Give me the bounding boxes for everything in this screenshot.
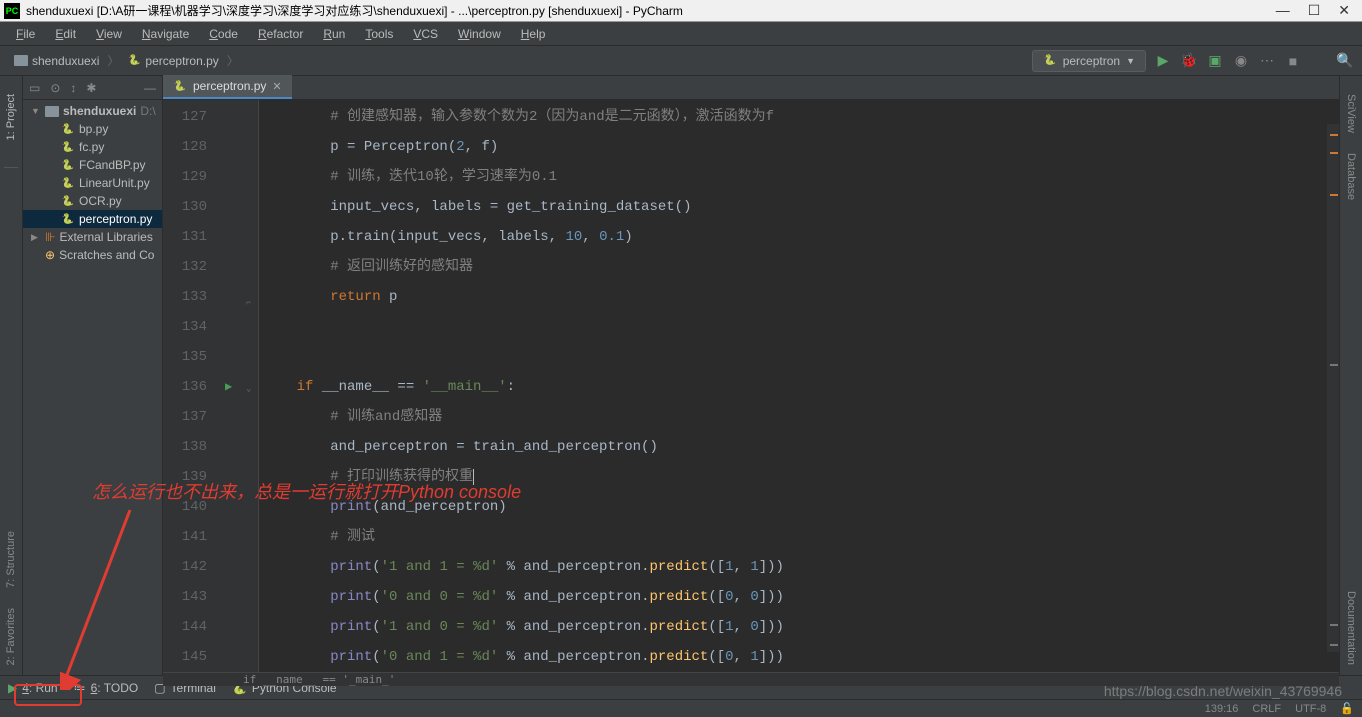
run-coverage-button[interactable]: ▣ [1206,52,1224,70]
debug-button[interactable]: 🐞 [1180,52,1198,70]
gutter-marks: ▶ [221,100,245,672]
editor-tab-bar: 🐍 perceptron.py ✕ [163,76,1339,100]
profile-button[interactable]: ◉ [1232,52,1250,70]
tree-scratches-and-co[interactable]: ⊕Scratches and Co [23,246,162,264]
run-configuration-selector[interactable]: 🐍 perceptron ▼ [1032,50,1146,72]
title-bar: PC shenduxuexi [D:\A研一课程\机器学习\深度学习\深度学习对… [0,0,1362,22]
play-icon: ▶ [8,681,17,695]
menu-code[interactable]: Code [201,25,246,43]
tool-tab-sciview[interactable]: SciView [1343,84,1359,143]
tree-external-libraries[interactable]: ▶⊪External Libraries [23,228,162,246]
right-tool-stripe: SciView Database Documentation [1339,76,1362,675]
bottom-tool-run[interactable]: ▶ 4: Run [8,681,58,695]
python-file-icon: 🐍 [61,140,75,154]
tree-file-FCandBP-py[interactable]: 🐍FCandBP.py [23,156,162,174]
folder-icon [45,106,59,117]
menu-edit[interactable]: Edit [47,25,84,43]
tool-tab-database[interactable]: Database [1343,143,1359,210]
breadcrumb-separator: 〉 [107,52,119,69]
bottom-tool-todo[interactable]: ≔ 6: TODO [74,681,139,695]
fold-start-icon[interactable]: ⌄ [246,374,251,404]
tool-tab-project[interactable]: 1: Project [3,84,19,150]
menu-vcs[interactable]: VCS [405,25,446,43]
close-button[interactable]: ✕ [1338,2,1350,19]
error-stripe [1327,124,1339,652]
python-file-icon: 🐍 [61,176,75,190]
list-icon: ≔ [74,681,86,695]
fold-gutter: ⌐ ⌄ [245,100,259,672]
tree-root[interactable]: ▼shenduxuexi D:\ [23,102,162,120]
breadcrumb-project-label: shenduxuexi [32,54,99,68]
update-running-button[interactable] [1310,52,1328,70]
menu-navigate[interactable]: Navigate [134,25,197,43]
code-content[interactable]: # 创建感知器，输入参数个数为2（因为and是二元函数），激活函数为f p = … [259,100,1339,672]
breadcrumb-file-label: perceptron.py [145,54,218,68]
navigation-bar: shenduxuexi 〉 🐍 perceptron.py 〉 🐍 percep… [0,46,1362,76]
gear-icon[interactable]: ✱ [86,81,96,95]
tree-file-OCR-py[interactable]: 🐍OCR.py [23,192,162,210]
python-file-icon: 🐍 [173,79,187,93]
menu-refactor[interactable]: Refactor [250,25,311,43]
file-encoding[interactable]: UTF-8 [1295,703,1326,715]
concurrency-button[interactable]: ⋯ [1258,52,1276,70]
breadcrumb-project[interactable]: shenduxuexi [8,52,105,70]
tool-tab-documentation[interactable]: Documentation [1343,581,1359,675]
menu-help[interactable]: Help [513,25,554,43]
breadcrumb-file[interactable]: 🐍 perceptron.py [121,52,224,70]
project-tool-window: ▭ ⊙ ↕ ✱ — ▼shenduxuexi D:\🐍bp.py🐍fc.py🐍F… [23,76,163,675]
breadcrumb: shenduxuexi 〉 🐍 perceptron.py 〉 [8,52,1032,70]
stop-button[interactable]: ■ [1284,52,1302,70]
status-bar: 139:16 CRLF UTF-8 🔓 [0,699,1362,717]
editor-area: 🐍 perceptron.py ✕ 1271281291301311321331… [163,76,1339,675]
tree-file-fc-py[interactable]: 🐍fc.py [23,138,162,156]
caret-position[interactable]: 139:16 [1205,703,1239,715]
python-file-icon: 🐍 [61,194,75,208]
run-button[interactable]: ▶ [1154,52,1172,70]
project-view-icon[interactable]: ▭ [29,81,40,95]
run-line-marker-icon[interactable]: ▶ [225,372,232,402]
menu-bar: FileEditViewNavigateCodeRefactorRunTools… [0,22,1362,46]
close-tab-icon[interactable]: ✕ [272,80,281,93]
menu-window[interactable]: Window [450,25,509,43]
code-breadcrumb-label: if __name__ == '_main_' [243,673,395,686]
chevron-down-icon: ▼ [1126,56,1135,66]
line-number-gutter: 1271281291301311321331341351361371381391… [163,100,221,672]
left-tool-stripe: 1: Project 7: Structure 2: Favorites [0,76,23,675]
tree-file-LinearUnit-py[interactable]: 🐍LinearUnit.py [23,174,162,192]
python-icon: 🐍 [1043,54,1057,68]
expand-icon[interactable]: ↕ [70,81,76,95]
menu-file[interactable]: File [8,25,43,43]
breadcrumb-separator: 〉 [227,52,239,69]
menu-run[interactable]: Run [315,25,353,43]
folder-icon [14,55,28,66]
minimize-button[interactable]: — [1276,2,1290,19]
python-file-icon: 🐍 [61,158,75,172]
python-file-icon: 🐍 [127,54,141,68]
tree-file-perceptron-py[interactable]: 🐍perceptron.py [23,210,162,228]
hide-button[interactable]: — [144,81,156,95]
tree-file-bp-py[interactable]: 🐍bp.py [23,120,162,138]
fold-end-icon[interactable]: ⌐ [246,288,251,318]
menu-tools[interactable]: Tools [357,25,401,43]
code-breadcrumb[interactable]: if __name__ == '_main_' [163,672,1339,686]
project-tree: ▼shenduxuexi D:\🐍bp.py🐍fc.py🐍FCandBP.py🐍… [23,100,162,675]
editor-tab-perceptron[interactable]: 🐍 perceptron.py ✕ [163,75,292,99]
line-separator[interactable]: CRLF [1252,703,1281,715]
tool-tab-structure[interactable]: 7: Structure [3,521,19,598]
python-file-icon: 🐍 [61,212,75,226]
window-title: shenduxuexi [D:\A研一课程\机器学习\深度学习\深度学习对应练习… [26,2,1276,19]
editor-tab-label: perceptron.py [193,79,266,93]
maximize-button[interactable]: ☐ [1308,2,1321,19]
project-panel-header: ▭ ⊙ ↕ ✱ — [23,76,162,100]
search-everywhere-button[interactable]: 🔍 [1336,52,1354,70]
python-file-icon: 🐍 [61,122,75,136]
run-config-label: perceptron [1063,54,1120,68]
code-editor[interactable]: 1271281291301311321331341351361371381391… [163,100,1339,672]
tool-tab-favorites[interactable]: 2: Favorites [3,598,19,675]
readonly-lock-icon[interactable]: 🔓 [1340,702,1354,715]
target-icon[interactable]: ⊙ [50,81,60,95]
pycharm-icon: PC [4,3,20,19]
menu-view[interactable]: View [88,25,130,43]
